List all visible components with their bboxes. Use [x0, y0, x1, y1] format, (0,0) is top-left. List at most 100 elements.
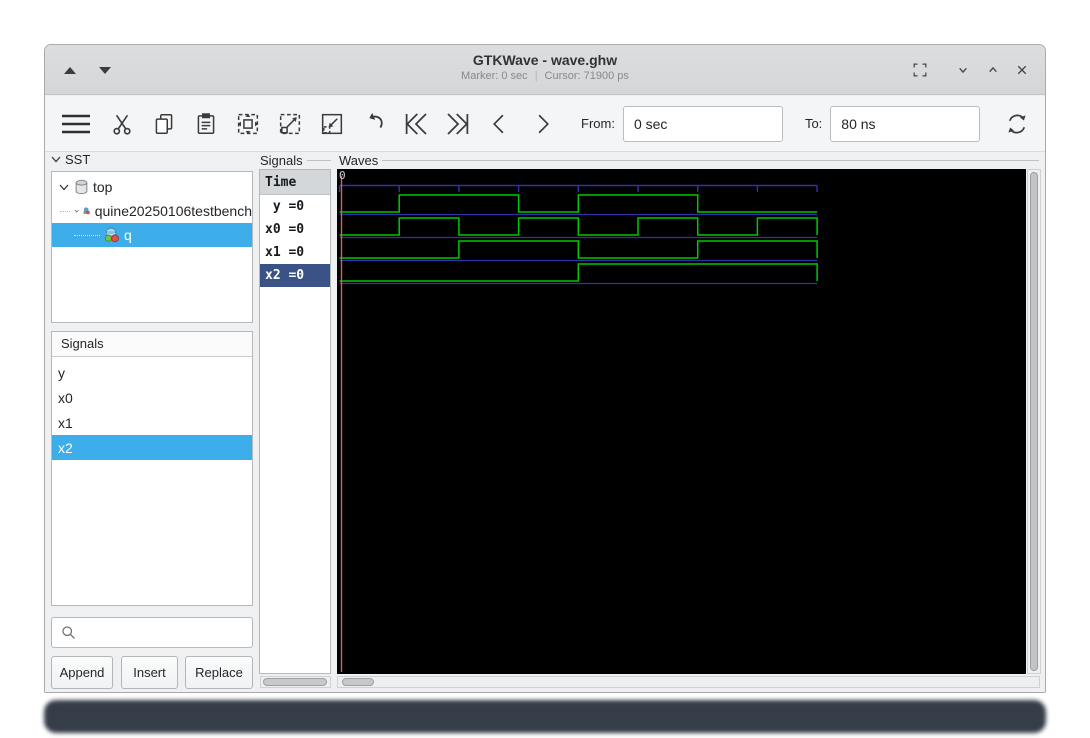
frame-line [382, 160, 1039, 161]
toolbar: From: To: [45, 96, 1045, 152]
chevron-up-icon [989, 66, 997, 73]
scrollbar-thumb[interactable] [342, 678, 374, 686]
insert-button[interactable]: Insert [121, 656, 178, 689]
value-row-y[interactable]: y =0 [260, 195, 330, 218]
shift-right-button[interactable] [525, 107, 559, 141]
sst-header[interactable]: SST [50, 150, 90, 168]
list-item-x0[interactable]: x0 [52, 385, 252, 410]
main-content: SST top quine20250106testbench q Signals… [45, 150, 1045, 692]
close-button[interactable] [1011, 59, 1033, 81]
waves-frame-label-text: Waves [339, 153, 379, 168]
insert-button-label: Insert [133, 665, 166, 680]
cut-icon [113, 114, 131, 135]
titlebar[interactable]: GTKWave - wave.ghw Marker: 0 sec | Cursor:… [45, 45, 1045, 95]
cylinder-icon [75, 179, 88, 195]
frame-line [306, 160, 331, 161]
copy-icon [155, 113, 173, 134]
spheres-icon [104, 227, 119, 243]
reload-icon [1008, 114, 1026, 133]
wave-display[interactable]: 0 [337, 169, 1026, 674]
sst-tree-panel: top quine20250106testbench q [51, 171, 253, 323]
zoom-out-icon [321, 113, 343, 134]
signal-search-box[interactable] [51, 617, 253, 648]
from-input[interactable] [622, 105, 783, 142]
maximize-button[interactable] [982, 59, 1004, 81]
tree-item-top[interactable]: top [52, 175, 252, 199]
list-item-label: x2 [58, 439, 73, 456]
list-item-y[interactable]: y [52, 360, 252, 385]
scrollbar-thumb[interactable] [263, 678, 327, 686]
goto-end-button[interactable] [441, 107, 475, 141]
tree-connector [60, 211, 70, 212]
hamburger-menu-button[interactable] [55, 107, 97, 141]
list-item-x1[interactable]: x1 [52, 410, 252, 435]
window-title: GTKWave - wave.ghw [472, 52, 618, 68]
fullscreen-icon [913, 63, 927, 77]
window-shadow [44, 700, 1046, 733]
undo-icon [369, 112, 383, 128]
time-header[interactable]: Time [260, 170, 330, 195]
close-icon [1017, 65, 1027, 75]
undo-button[interactable] [357, 107, 391, 141]
tree-item-label: top [93, 179, 113, 195]
scrollbar-thumb[interactable] [1030, 172, 1038, 671]
value-row-x0[interactable]: x0 =0 [260, 218, 330, 241]
append-button[interactable]: Append [51, 656, 113, 689]
gtkwave-window: GTKWave - wave.ghw Marker: 0 sec | Cursor:… [44, 44, 1046, 693]
zoom-fit-icon [237, 113, 259, 134]
reload-button[interactable] [1000, 107, 1034, 141]
signals-list-header: Signals [52, 332, 252, 357]
signal-search-list-panel: Signals y x0 x1 x2 [51, 331, 253, 606]
copy-button[interactable] [147, 107, 181, 141]
cut-button[interactable] [105, 107, 139, 141]
to-label: To: [804, 116, 823, 131]
paste-button[interactable] [189, 107, 223, 141]
titlebar-text: GTKWave - wave.ghw Marker: 0 sec | Cursor:… [45, 52, 1045, 84]
append-button-label: Append [59, 665, 105, 680]
shift-left-button[interactable] [483, 107, 517, 141]
zoom-out-button[interactable] [315, 107, 349, 141]
cursor-status: Cursor: 71900 ps [544, 70, 629, 82]
list-item-label: x0 [58, 389, 73, 406]
chevron-down-icon [74, 209, 79, 213]
wave-origin-label: 0 [339, 169, 346, 182]
tree-connector [74, 235, 100, 236]
tree-item-label: q [124, 227, 132, 243]
list-item-x2[interactable]: x2 [52, 435, 252, 460]
values-frame-label-text: Signals [260, 153, 303, 168]
value-row-x2[interactable]: x2 =0 [260, 264, 330, 287]
chevron-down-icon [51, 156, 61, 163]
fullscreen-button[interactable] [909, 59, 931, 81]
replace-button[interactable]: Replace [185, 656, 253, 689]
list-item-label: x1 [58, 414, 73, 431]
hamburger-menu-icon [62, 114, 90, 133]
spheres-icon [83, 207, 91, 215]
tree-item-label: quine20250106testbench [94, 203, 252, 219]
signal-values-panel: Time y =0 x0 =0 x1 =0 x2 =0 [259, 169, 331, 674]
chevron-down-icon [59, 184, 69, 191]
paste-icon [197, 112, 215, 134]
wave-vertical-scrollbar[interactable] [1027, 169, 1041, 674]
tree-item-q[interactable]: q [52, 223, 252, 247]
tree-item-testbench[interactable]: quine20250106testbench [52, 199, 252, 223]
goto-start-icon [405, 112, 427, 135]
values-horizontal-scrollbar[interactable] [260, 676, 331, 688]
value-row-x1[interactable]: x1 =0 [260, 241, 330, 264]
goto-end-icon [447, 112, 469, 135]
marker-status: Marker: 0 sec [461, 70, 528, 82]
sst-label: SST [65, 151, 91, 167]
zoom-in-button[interactable] [273, 107, 307, 141]
values-frame-label: Signals [260, 153, 331, 168]
subtitle-separator: | [534, 70, 538, 82]
minimize-button[interactable] [952, 59, 974, 81]
wave-horizontal-scrollbar[interactable] [337, 676, 1040, 688]
goto-start-button[interactable] [399, 107, 433, 141]
zoom-fit-button[interactable] [231, 107, 265, 141]
list-item-label: y [58, 364, 65, 381]
to-input[interactable] [830, 105, 981, 142]
chevron-right-icon [538, 114, 549, 133]
zoom-in-icon [279, 113, 301, 134]
screenshot-stage: GTKWave - wave.ghw Marker: 0 sec | Cursor:… [0, 0, 1090, 738]
window-subtitle: Marker: 0 sec | Cursor: 71900 ps [45, 69, 1045, 84]
waves-frame-label: Waves [339, 153, 1039, 168]
